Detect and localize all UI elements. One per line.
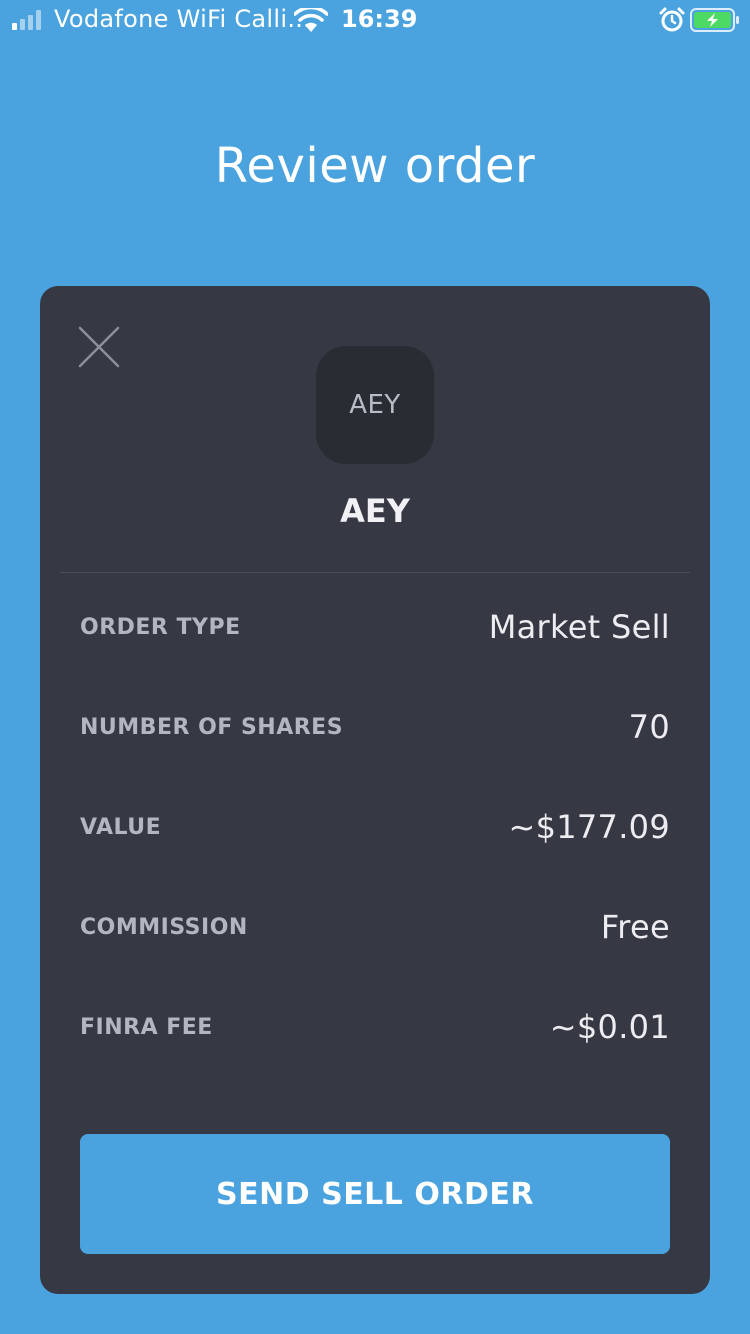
- detail-value: Market Sell: [488, 608, 670, 646]
- detail-row-finra-fee: FINRA FEE ~$0.01: [80, 997, 670, 1057]
- divider: [60, 572, 690, 573]
- detail-row-commission: COMMISSION Free: [80, 897, 670, 957]
- signal-icon: [12, 10, 41, 30]
- status-bar: Vodafone WiFi Calli... 16:39: [0, 0, 750, 40]
- detail-label: FINRA FEE: [80, 1014, 213, 1040]
- detail-row-order-type: ORDER TYPE Market Sell: [80, 597, 670, 657]
- wifi-icon: [294, 8, 328, 32]
- clock-time: 16:39: [341, 5, 418, 33]
- page-title: Review order: [214, 138, 536, 194]
- detail-label: COMMISSION: [80, 914, 248, 940]
- send-sell-order-button[interactable]: SEND SELL ORDER: [80, 1134, 670, 1254]
- carrier-name: Vodafone WiFi Calli...: [54, 5, 312, 33]
- detail-value: ~$177.09: [508, 808, 670, 846]
- order-review-card: AEY AEY ORDER TYPE Market Sell NUMBER OF…: [40, 286, 710, 1294]
- detail-row-number-of-shares: NUMBER OF SHARES 70: [80, 697, 670, 757]
- detail-value: 70: [628, 708, 670, 746]
- alarm-icon: [659, 7, 685, 32]
- detail-row-value: VALUE ~$177.09: [80, 797, 670, 857]
- detail-label: ORDER TYPE: [80, 614, 241, 640]
- detail-value: ~$0.01: [549, 1008, 670, 1046]
- ticker-name: AEY: [340, 492, 410, 530]
- ticker-logo-text: AEY: [349, 390, 401, 420]
- ticker-logo: AEY: [316, 346, 434, 464]
- close-icon[interactable]: [78, 326, 120, 368]
- battery-charging-icon: [690, 8, 739, 32]
- detail-label: VALUE: [80, 814, 162, 840]
- detail-value: Free: [600, 908, 670, 946]
- detail-label: NUMBER OF SHARES: [80, 714, 344, 740]
